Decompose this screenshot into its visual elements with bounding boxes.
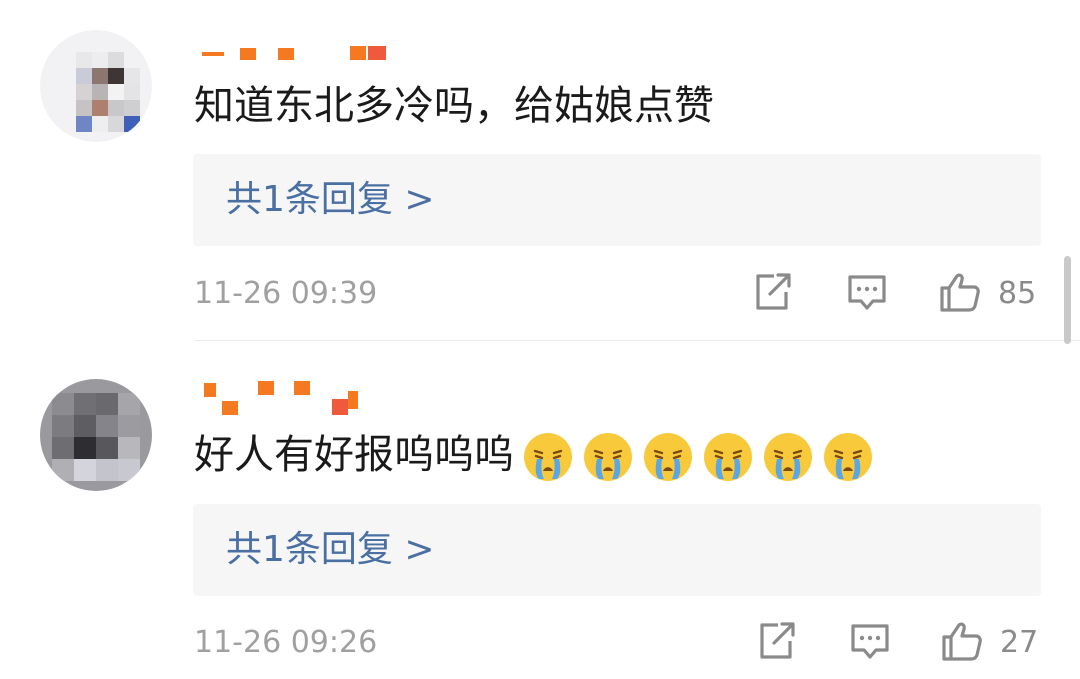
comment-text-row: 好人有好报呜呜呜 — [194, 431, 874, 483]
avatar-pixel — [76, 116, 92, 132]
timestamp: 11-26 09:26 — [194, 625, 378, 660]
avatar-pixel — [96, 415, 118, 437]
reply-link[interactable]: 共1条回复 > — [226, 176, 435, 224]
avatar-pixel — [118, 393, 140, 415]
comment-item-2: 好人有好报呜呜呜 共1条回复 > 11-26 09:26 27 — [0, 341, 1080, 679]
comment-text: 知道东北多冷吗，给姑娘点赞 — [194, 83, 714, 129]
crying-emoji-icon — [704, 433, 752, 481]
username-mask — [202, 52, 224, 56]
avatar-pixel — [92, 52, 108, 68]
avatar-pixel — [92, 116, 108, 132]
username-mask — [332, 399, 348, 415]
avatar-pixel — [92, 68, 108, 84]
avatar-pixel — [76, 84, 92, 100]
avatar-pixel — [108, 116, 124, 132]
comment-meta: 11-26 09:26 27 — [0, 615, 1080, 671]
comment-icon[interactable] — [848, 619, 892, 663]
avatar-pixel — [108, 100, 124, 116]
username-mask — [240, 48, 256, 60]
crying-emoji-icon — [524, 433, 572, 481]
avatar-pixel — [108, 68, 124, 84]
avatar-pixel — [74, 459, 96, 481]
avatar-pixel — [92, 84, 108, 100]
like-icon[interactable] — [940, 619, 984, 663]
avatar-pixel — [76, 100, 92, 116]
comment-icon[interactable] — [845, 270, 889, 314]
avatar-pixel — [118, 459, 140, 481]
share-icon[interactable] — [750, 270, 794, 314]
avatar-pixel — [74, 415, 96, 437]
avatar-pixel — [108, 84, 124, 100]
timestamp: 11-26 09:39 — [194, 276, 378, 311]
username-mask — [278, 48, 294, 60]
username-mask — [222, 401, 238, 415]
reply-link-box[interactable]: 共1条回复 > — [193, 154, 1041, 246]
username-mask — [258, 381, 274, 395]
crying-emoji-icon — [584, 433, 632, 481]
avatar-pixel — [76, 52, 92, 68]
avatar-pixel — [96, 459, 118, 481]
avatar-pixel — [74, 437, 96, 459]
username-masked[interactable] — [196, 44, 396, 66]
avatar-pixel — [52, 459, 74, 481]
crying-emoji-icon — [764, 433, 812, 481]
avatar-pixel — [74, 393, 96, 415]
avatar-pixel — [124, 84, 140, 100]
username-mask — [294, 381, 310, 395]
like-count: 85 — [998, 276, 1037, 311]
reply-link-box[interactable]: 共1条回复 > — [193, 504, 1041, 596]
avatar[interactable] — [40, 30, 152, 142]
avatar-pixel — [118, 437, 140, 459]
scrollbar[interactable] — [1064, 256, 1071, 344]
username-mask — [348, 391, 358, 409]
avatar[interactable] — [40, 379, 152, 491]
like-icon[interactable] — [938, 270, 982, 314]
crying-emoji-icon — [824, 433, 872, 481]
avatar-pixel — [118, 415, 140, 437]
username-mask — [368, 46, 386, 60]
avatar-pixel — [76, 68, 92, 84]
avatar-pixel — [92, 100, 108, 116]
avatar-pixel — [96, 393, 118, 415]
share-icon[interactable] — [754, 619, 798, 663]
like-count: 27 — [1000, 625, 1039, 660]
crying-emoji-icon — [644, 433, 692, 481]
avatar-pixel — [124, 100, 140, 116]
avatar-pixel — [124, 116, 140, 132]
avatar-pixel — [108, 52, 124, 68]
avatar-pixel — [96, 437, 118, 459]
username-masked[interactable] — [196, 379, 396, 419]
comment-item-1: 知道东北多冷吗，给姑娘点赞 共1条回复 > 11-26 09:39 85 — [0, 0, 1080, 340]
comment-text: 好人有好报呜呜呜 — [194, 432, 514, 478]
avatar-pixel — [52, 393, 74, 415]
avatar-pixel — [124, 68, 140, 84]
username-mask — [204, 383, 216, 397]
emoji-row — [522, 431, 874, 483]
reply-link[interactable]: 共1条回复 > — [226, 526, 435, 574]
avatar-pixel — [52, 415, 74, 437]
username-mask — [350, 46, 366, 60]
comment-meta: 11-26 09:39 85 — [0, 266, 1080, 322]
avatar-pixel — [52, 437, 74, 459]
